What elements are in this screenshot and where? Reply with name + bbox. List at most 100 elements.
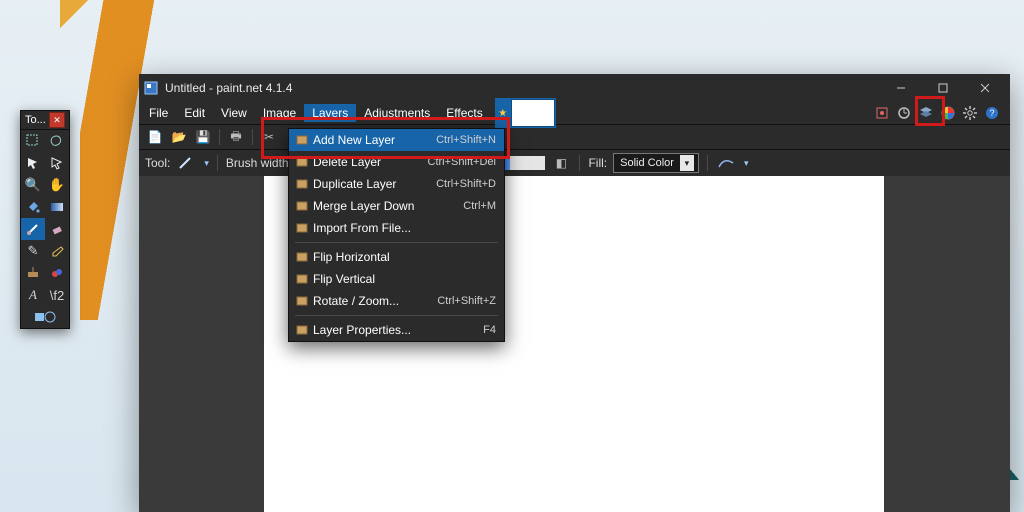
tools-window-toggle[interactable] xyxy=(872,103,892,123)
document-tab[interactable]: ★ xyxy=(495,98,556,128)
import-file-icon xyxy=(293,222,313,234)
layers-menu: Add New LayerCtrl+Shift+NDelete LayerCtr… xyxy=(288,128,505,342)
delete-layer-icon xyxy=(293,156,313,168)
toolbar-separator xyxy=(217,155,218,171)
fill-select[interactable]: Solid Color ▾ xyxy=(613,153,699,173)
toolbar-separator xyxy=(219,129,220,145)
tool-move[interactable] xyxy=(21,152,45,174)
fill-label: Fill: xyxy=(588,156,607,170)
menu-item-shortcut: Ctrl+Shift+D xyxy=(436,178,496,190)
overwrite-toggle[interactable]: ◧ xyxy=(551,153,571,173)
tool-shapes[interactable] xyxy=(21,306,69,328)
tool-gradient[interactable] xyxy=(45,196,69,218)
menu-file[interactable]: File xyxy=(141,104,176,122)
menu-layers[interactable]: Layers xyxy=(304,104,356,122)
menu-item[interactable]: Add New LayerCtrl+Shift+N xyxy=(289,129,504,151)
close-button[interactable] xyxy=(964,74,1006,102)
menu-item-shortcut: Ctrl+Shift+Z xyxy=(437,295,496,307)
options-bar: Tool: ▾ Brush width: – 2 + ▾ ◧ Fill: Sol… xyxy=(139,150,1010,177)
toolbar-separator xyxy=(252,129,253,145)
menu-item-shortcut: Ctrl+Shift+N xyxy=(436,134,496,146)
tool-text[interactable]: A xyxy=(21,284,45,306)
menu-separator xyxy=(295,315,498,316)
tool-label: Tool: xyxy=(145,156,170,170)
main-toolbar: 📄 📂 💾 🖶 ✂ ⧉ 📋 xyxy=(139,124,1010,150)
chevron-down-icon: ▾ xyxy=(204,158,209,169)
tools-window-close[interactable]: ✕ xyxy=(49,112,65,128)
menu-item[interactable]: Duplicate LayerCtrl+Shift+D xyxy=(289,173,504,195)
menu-item-shortcut: F4 xyxy=(483,324,496,336)
tool-zoom[interactable]: 🔍 xyxy=(21,174,45,196)
menu-item[interactable]: Layer Properties...F4 xyxy=(289,319,504,341)
tool-selector[interactable] xyxy=(176,153,196,173)
layer-props-icon xyxy=(293,324,313,336)
menu-item-label: Delete Layer xyxy=(313,155,428,169)
save-file-button[interactable]: 💾 xyxy=(193,127,213,147)
minimize-button[interactable] xyxy=(880,74,922,102)
menu-item[interactable]: Flip Vertical xyxy=(289,268,504,290)
tool-color-picker[interactable] xyxy=(45,240,69,262)
antialias-toggle[interactable] xyxy=(716,153,736,173)
tools-window-title: To... xyxy=(25,114,49,126)
tool-brush[interactable] xyxy=(21,218,45,240)
settings-button[interactable] xyxy=(960,103,980,123)
fill-value: Solid Color xyxy=(620,157,674,169)
history-window-toggle[interactable] xyxy=(894,103,914,123)
help-button[interactable]: ? xyxy=(982,103,1002,123)
tool-lasso-select[interactable] xyxy=(45,130,69,152)
menu-item[interactable]: Merge Layer DownCtrl+M xyxy=(289,195,504,217)
menu-edit[interactable]: Edit xyxy=(176,104,213,122)
tool-eraser[interactable] xyxy=(45,218,69,240)
workspace xyxy=(139,176,1010,512)
tool-pan[interactable]: ✋ xyxy=(45,174,69,196)
tool-line[interactable]: \f2 xyxy=(45,284,69,306)
app-window: Untitled - paint.net 4.1.4 File Edit Vie… xyxy=(139,74,1010,512)
new-layer-icon xyxy=(293,134,313,146)
menu-view[interactable]: View xyxy=(213,104,255,122)
tool-clone[interactable] xyxy=(21,262,45,284)
tools-window: To... ✕ 🔍 ✋ ✎ A \f2 xyxy=(20,110,70,329)
menu-image[interactable]: Image xyxy=(255,104,304,122)
menu-item-label: Flip Horizontal xyxy=(313,250,496,264)
new-file-button[interactable]: 📄 xyxy=(145,127,165,147)
duplicate-layer-icon xyxy=(293,178,313,190)
menu-separator xyxy=(295,242,498,243)
chevron-down-icon: ▾ xyxy=(680,155,694,171)
layers-window-toggle[interactable] xyxy=(916,103,936,123)
flip-h-icon xyxy=(293,251,313,263)
menu-adjustments[interactable]: Adjustments xyxy=(356,104,438,122)
menu-item-label: Flip Vertical xyxy=(313,272,496,286)
menu-item[interactable]: Import From File... xyxy=(289,217,504,239)
open-file-button[interactable]: 📂 xyxy=(169,127,189,147)
svg-text:?: ? xyxy=(989,108,994,118)
maximize-button[interactable] xyxy=(922,74,964,102)
brush-width-label: Brush width: xyxy=(226,156,292,170)
tool-rect-select[interactable] xyxy=(21,130,45,152)
menu-item-label: Duplicate Layer xyxy=(313,177,436,191)
menu-item[interactable]: Rotate / Zoom...Ctrl+Shift+Z xyxy=(289,290,504,312)
menu-item[interactable]: Delete LayerCtrl+Shift+Del xyxy=(289,151,504,173)
flip-v-icon xyxy=(293,273,313,285)
window-title: Untitled - paint.net 4.1.4 xyxy=(165,81,880,95)
colors-window-toggle[interactable] xyxy=(938,103,958,123)
tool-move-selection[interactable] xyxy=(45,152,69,174)
menu-effects[interactable]: Effects xyxy=(438,104,490,122)
menubar: File Edit View Image Layers Adjustments … xyxy=(139,102,1010,124)
menu-item-label: Layer Properties... xyxy=(313,323,483,337)
menu-item[interactable]: Flip Horizontal xyxy=(289,246,504,268)
menu-item-label: Merge Layer Down xyxy=(313,199,463,213)
menu-item-shortcut: Ctrl+Shift+Del xyxy=(428,156,496,168)
toolbar-separator xyxy=(707,155,708,171)
print-button[interactable]: 🖶 xyxy=(226,127,246,147)
menu-item-shortcut: Ctrl+M xyxy=(463,200,496,212)
rotate-zoom-icon xyxy=(293,295,313,307)
merge-down-icon xyxy=(293,200,313,212)
cut-button[interactable]: ✂ xyxy=(259,127,279,147)
tool-recolor[interactable] xyxy=(45,262,69,284)
menu-item-label: Rotate / Zoom... xyxy=(313,294,437,308)
menu-item-label: Add New Layer xyxy=(313,133,436,147)
toolbar-separator xyxy=(579,155,580,171)
app-icon xyxy=(143,80,159,96)
tool-bucket[interactable] xyxy=(21,196,45,218)
tool-pencil[interactable]: ✎ xyxy=(21,240,45,262)
